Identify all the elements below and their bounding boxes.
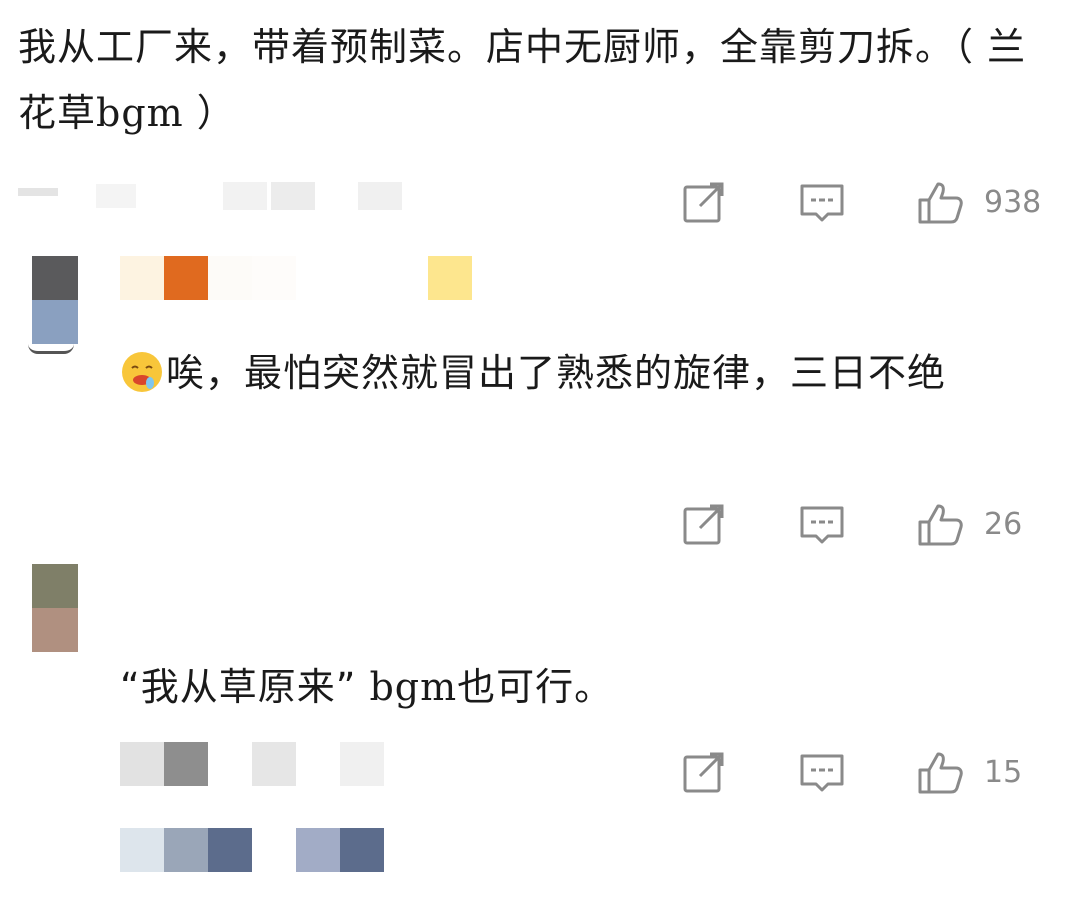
avatar-border (28, 344, 74, 354)
thumbs-up-icon[interactable] (916, 178, 964, 226)
share-icon[interactable] (680, 178, 728, 226)
thumbs-up-icon[interactable] (916, 748, 964, 796)
reply-text-body: 唉，最怕突然就冒出了熟悉的旋律，三日不绝 (166, 351, 947, 395)
avatar[interactable] (32, 256, 78, 344)
drooling-face-emoji (120, 348, 164, 392)
like-count: 15 (984, 754, 1023, 790)
reply-action-bar: 15 (680, 742, 1042, 802)
thumbs-up-icon[interactable] (916, 500, 964, 548)
like-count: 938 (984, 184, 1042, 220)
like-count: 26 (984, 506, 1023, 542)
reply-text: “我从草原来” bgm也可行。 (120, 665, 614, 709)
reply-username-blurred[interactable] (120, 256, 472, 300)
post-action-bar: 938 (680, 172, 1042, 232)
share-icon[interactable] (680, 748, 728, 796)
post-author-blurred (18, 182, 402, 212)
comment-icon[interactable] (798, 500, 846, 548)
post-text: 我从工厂来，带着预制菜。店中无厨师，全靠剪刀拆。（ 兰花草bgm ） (18, 25, 1027, 135)
avatar[interactable] (32, 564, 78, 652)
next-item-blurred (120, 828, 384, 872)
reply-action-bar: 26 (680, 494, 1042, 554)
reply-meta-blurred (120, 742, 384, 786)
comment-icon[interactable] (798, 748, 846, 796)
reply-text: 唉，最怕突然就冒出了熟悉的旋律，三日不绝 (120, 340, 1040, 406)
share-icon[interactable] (680, 500, 728, 548)
comment-icon[interactable] (798, 178, 846, 226)
